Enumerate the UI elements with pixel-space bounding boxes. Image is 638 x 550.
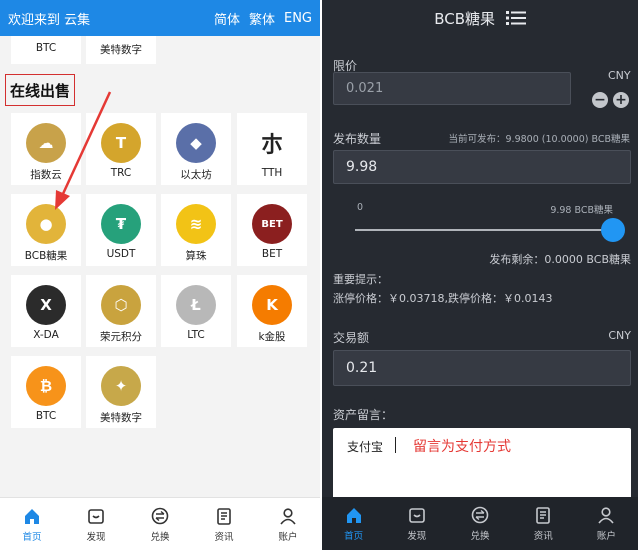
decrease-button[interactable]: − (592, 92, 608, 108)
quantity-slider-thumb[interactable] (601, 218, 625, 242)
tab-label: 兑换 (150, 531, 170, 543)
tab-account[interactable]: 账户 (256, 498, 320, 550)
tab-label: 账户 (278, 531, 298, 543)
bottom-tab-bar: 首页 发现 兑换 资讯 账户 (322, 497, 638, 550)
tab-label: 首页 (22, 531, 42, 543)
home-icon (346, 508, 361, 523)
discover-icon (408, 508, 425, 523)
amount-label: 交易额 (333, 331, 370, 345)
home-icon (25, 508, 39, 524)
amount-input[interactable]: 0.21 (333, 350, 631, 386)
tab-account[interactable]: 账户 (575, 497, 638, 550)
limit-price-input[interactable]: 0.021 (333, 72, 571, 105)
right-screen: BCB糖果 限价 0.021 CNY − + 发布数量 当前可发布：9.9800… (322, 0, 638, 550)
tab-label: 发现 (407, 531, 427, 542)
tab-news[interactable]: 资讯 (192, 498, 256, 550)
note-text: 支付宝 (347, 440, 384, 454)
account-icon (598, 507, 615, 524)
tab-home[interactable]: 首页 (322, 497, 385, 550)
notice-text: 涨停价格：￥0.03718,跌停价格：￥0.0143 (333, 292, 553, 305)
note-textarea[interactable]: 支付宝 留言为支付方式 (333, 428, 631, 508)
increase-button[interactable]: + (613, 92, 629, 108)
tab-label: 资讯 (533, 531, 553, 542)
note-label: 资产留言： (333, 408, 394, 422)
tab-label: 账户 (596, 531, 616, 542)
bottom-tab-bar: 首页 发现 兑换 资讯 账户 (0, 497, 320, 550)
tab-discover[interactable]: 发现 (64, 498, 128, 550)
news-icon (536, 507, 551, 524)
discover-icon (88, 508, 104, 524)
account-icon (280, 507, 296, 525)
exchange-icon (151, 507, 169, 524)
tab-exchange[interactable]: 兑换 (128, 498, 192, 550)
tab-label: 兑换 (470, 531, 490, 542)
exchange-icon (471, 506, 489, 524)
slider-min-label: 0 (357, 202, 364, 213)
note-annotation: 留言为支付方式 (413, 439, 511, 455)
left-screen: 欢迎来到 云集 简体 繁体 ENG BTC 美特数字 在线出售 ☁ 指数云 T TRC… (0, 0, 320, 550)
slider-max-label: 9.98 BCB糖果 (550, 205, 613, 216)
remaining-text: 发布剩余：0.0000 BCB糖果 (489, 253, 631, 266)
amount-currency: CNY (608, 329, 631, 342)
tab-label: 发现 (86, 531, 106, 543)
tab-home[interactable]: 首页 (0, 498, 64, 550)
quantity-label: 发布数量 (333, 132, 382, 146)
news-icon (217, 507, 231, 525)
quantity-slider-track[interactable] (355, 229, 613, 231)
tab-discover[interactable]: 发现 (385, 497, 448, 550)
limit-currency: CNY (608, 69, 631, 82)
tab-news[interactable]: 资讯 (512, 497, 575, 550)
tab-label: 首页 (344, 531, 364, 542)
quantity-available: 当前可发布：9.9800 (10.0000) BCB糖果 (448, 134, 630, 145)
page-title-text: BCB糖果 (434, 10, 495, 28)
text-caret (395, 437, 396, 453)
quantity-input[interactable]: 9.98 (333, 150, 631, 184)
tab-label: 资讯 (214, 531, 234, 543)
list-menu-icon[interactable] (505, 10, 526, 30)
tab-exchange[interactable]: 兑换 (448, 497, 511, 550)
notice-title: 重要提示： (333, 273, 388, 286)
annotation-arrow (55, 91, 112, 210)
page-title: BCB糖果 (322, 8, 638, 30)
